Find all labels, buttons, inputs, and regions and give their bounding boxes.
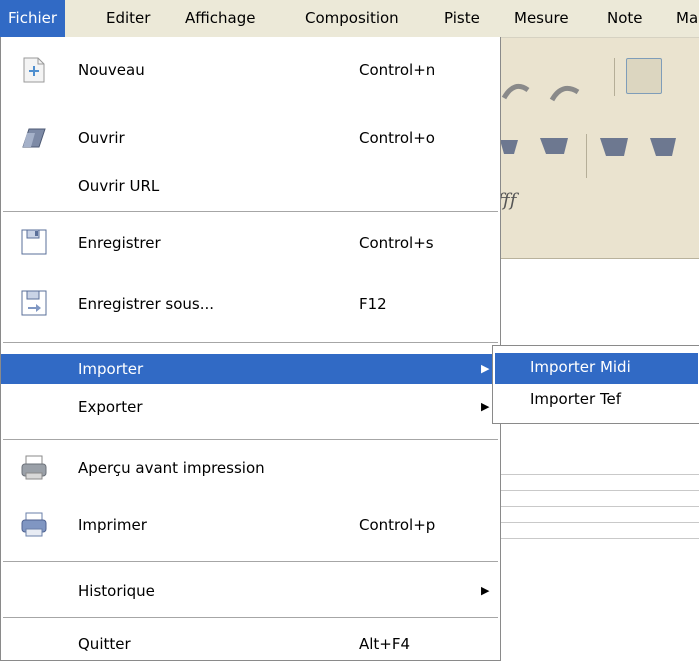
- menu-item-label: Importer: [78, 360, 144, 378]
- shortcut-label: Control+p: [359, 516, 436, 534]
- shortcut-label: Control+s: [359, 234, 434, 252]
- menu-partial[interactable]: Ma: [668, 0, 699, 37]
- menu-item-exporter[interactable]: Exporter ▶: [1, 392, 500, 422]
- menu-item-label: Enregistrer sous...: [78, 295, 215, 313]
- staff-line: [490, 474, 699, 475]
- menu-item-label: Exporter: [78, 398, 143, 416]
- menu-item-imprimer[interactable]: Imprimer Control+p: [1, 505, 500, 545]
- submenu-item-importer-tef[interactable]: Importer Tef: [495, 385, 698, 416]
- menu-item-nouveau[interactable]: Nouveau Control+n: [1, 50, 500, 90]
- menu-mesure[interactable]: Mesure: [506, 0, 577, 37]
- submenu-arrow-icon: ▶: [481, 584, 490, 597]
- printer-icon: [21, 512, 47, 537]
- menu-item-label: Quitter: [78, 635, 131, 653]
- menu-separator: [3, 561, 498, 562]
- menu-separator: [3, 211, 498, 212]
- redo-icon[interactable]: [549, 85, 580, 102]
- menu-item-ouvrir[interactable]: Ouvrir Control+o: [1, 118, 500, 158]
- menu-item-label: Nouveau: [78, 61, 145, 79]
- menu-bar: Fichier Editer Affichage Composition Pis…: [0, 0, 699, 38]
- menu-item-label: Historique: [78, 582, 155, 600]
- floppy-disk-icon: [21, 229, 47, 255]
- toolbar-icons: [500, 83, 676, 156]
- menu-item-quitter[interactable]: Quitter Alt+F4: [1, 627, 500, 661]
- menu-fichier[interactable]: Fichier: [0, 0, 66, 37]
- menu-item-enregistrer-sous[interactable]: Enregistrer sous... F12: [1, 284, 500, 324]
- folder-icon: [22, 128, 46, 148]
- menu-separator: [3, 617, 498, 618]
- submenu-arrow-icon: ▶: [481, 400, 490, 413]
- save-as-icon: [21, 290, 47, 316]
- menu-note[interactable]: Note: [599, 0, 651, 37]
- print-preview-icon: [21, 455, 47, 480]
- staff-line: [490, 506, 699, 507]
- importer-submenu: Importer Midi Importer Tef: [492, 345, 699, 424]
- menu-item-label: Ouvrir URL: [78, 177, 160, 195]
- track-button[interactable]: [626, 58, 662, 94]
- staff-line: [490, 522, 699, 523]
- menu-item-ouvrir-url[interactable]: Ouvrir URL: [1, 166, 500, 206]
- submenu-arrow-icon: ▶: [481, 362, 490, 375]
- submenu-item-importer-midi[interactable]: Importer Midi: [495, 353, 698, 384]
- submenu-item-label: Importer Tef: [530, 390, 622, 408]
- submenu-item-label: Importer Midi: [530, 358, 631, 376]
- menu-item-label: Aperçu avant impression: [78, 459, 265, 477]
- undo-icon[interactable]: [501, 83, 530, 100]
- fichier-dropdown: Nouveau Control+n Ouvrir Control+o Ouvri…: [0, 37, 501, 661]
- menu-item-label: Ouvrir: [78, 129, 125, 147]
- menu-item-label: Imprimer: [78, 516, 147, 534]
- new-file-icon: [23, 57, 45, 83]
- menu-item-historique[interactable]: Historique ▶: [1, 573, 500, 609]
- menu-composition[interactable]: Composition: [297, 0, 407, 37]
- shortcut-label: Control+n: [359, 61, 436, 79]
- menu-item-importer[interactable]: Importer ▶: [1, 354, 500, 384]
- menu-affichage[interactable]: Affichage: [177, 0, 263, 37]
- menu-piste[interactable]: Piste: [436, 0, 488, 37]
- staff-line: [490, 538, 699, 539]
- toolbar-separator: [586, 134, 587, 178]
- menu-item-label: Enregistrer: [78, 234, 161, 252]
- menu-editer[interactable]: Editer: [98, 0, 158, 37]
- menu-separator: [3, 439, 498, 440]
- menu-item-apercu[interactable]: Aperçu avant impression: [1, 448, 500, 488]
- flag-icon[interactable]: [500, 138, 676, 156]
- shortcut-label: F12: [359, 295, 387, 313]
- staff-line: [490, 490, 699, 491]
- shortcut-label: Control+o: [359, 129, 435, 147]
- menu-separator: [3, 342, 498, 343]
- shortcut-label: Alt+F4: [359, 635, 411, 653]
- menu-item-enregistrer[interactable]: Enregistrer Control+s: [1, 223, 500, 263]
- toolbar-separator: [614, 58, 615, 96]
